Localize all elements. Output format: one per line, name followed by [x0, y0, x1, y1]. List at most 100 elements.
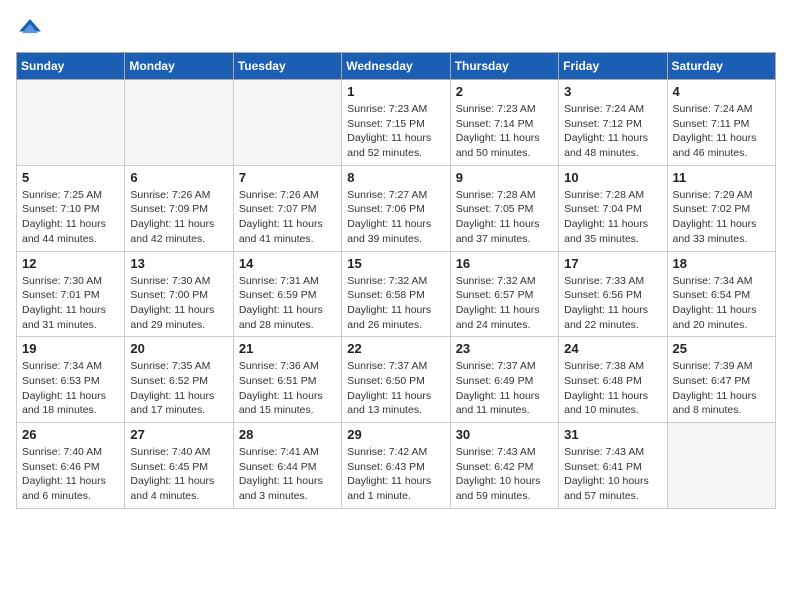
calendar: SundayMondayTuesdayWednesdayThursdayFrid…	[16, 52, 776, 509]
day-number: 6	[130, 170, 227, 185]
day-number: 16	[456, 256, 553, 271]
calendar-cell: 26Sunrise: 7:40 AMSunset: 6:46 PMDayligh…	[17, 423, 125, 509]
day-info: Sunrise: 7:43 AMSunset: 6:41 PMDaylight:…	[564, 445, 661, 504]
day-info: Sunrise: 7:40 AMSunset: 6:46 PMDaylight:…	[22, 445, 119, 504]
calendar-cell: 2 Sunrise: 7:23 AMSunset: 7:14 PMDaylight…	[450, 80, 558, 166]
calendar-cell: 5 Sunrise: 7:25 AMSunset: 7:10 PMDaylight…	[17, 165, 125, 251]
day-info: Sunrise: 7:42 AMSunset: 6:43 PMDaylight:…	[347, 445, 444, 504]
calendar-header: SundayMondayTuesdayWednesdayThursdayFrid…	[17, 53, 776, 80]
weekday-header-saturday: Saturday	[667, 53, 775, 80]
day-number: 9	[456, 170, 553, 185]
day-info: Sunrise: 7:32 AMSunset: 6:58 PMDaylight:…	[347, 274, 444, 333]
day-number: 2	[456, 84, 553, 99]
day-info: Sunrise: 7:34 AMSunset: 6:54 PMDaylight:…	[673, 274, 770, 333]
weekday-header-row: SundayMondayTuesdayWednesdayThursdayFrid…	[17, 53, 776, 80]
day-number: 31	[564, 427, 661, 442]
calendar-cell: 24Sunrise: 7:38 AMSunset: 6:48 PMDayligh…	[559, 337, 667, 423]
weekday-header-tuesday: Tuesday	[233, 53, 341, 80]
calendar-cell: 20 Sunrise: 7:35 AMSunset: 6:52 PMDayligh…	[125, 337, 233, 423]
calendar-cell: 13 Sunrise: 7:30 AMSunset: 7:00 PMDayligh…	[125, 251, 233, 337]
calendar-week-3: 12 Sunrise: 7:30 AMSunset: 7:01 PMDayligh…	[17, 251, 776, 337]
day-info: Sunrise: 7:41 AMSunset: 6:44 PMDaylight:…	[239, 445, 336, 504]
header	[16, 16, 776, 44]
logo-icon	[16, 16, 44, 44]
day-info: Sunrise: 7:25 AMSunset: 7:10 PMDaylight:…	[22, 188, 119, 247]
day-info: Sunrise: 7:27 AMSunset: 7:06 PMDaylight:…	[347, 188, 444, 247]
day-info: Sunrise: 7:31 AMSunset: 6:59 PMDaylight:…	[239, 274, 336, 333]
calendar-cell	[125, 80, 233, 166]
calendar-cell: 19 Sunrise: 7:34 AMSunset: 6:53 PMDayligh…	[17, 337, 125, 423]
day-number: 20	[130, 341, 227, 356]
day-info: Sunrise: 7:35 AMSunset: 6:52 PMDaylight:…	[130, 359, 227, 418]
day-number: 25	[673, 341, 770, 356]
day-info: Sunrise: 7:24 AMSunset: 7:12 PMDaylight:…	[564, 102, 661, 161]
day-number: 29	[347, 427, 444, 442]
day-number: 13	[130, 256, 227, 271]
day-number: 4	[673, 84, 770, 99]
day-info: Sunrise: 7:36 AMSunset: 6:51 PMDaylight:…	[239, 359, 336, 418]
calendar-cell: 14Sunrise: 7:31 AMSunset: 6:59 PMDayligh…	[233, 251, 341, 337]
day-info: Sunrise: 7:24 AMSunset: 7:11 PMDaylight:…	[673, 102, 770, 161]
day-info: Sunrise: 7:28 AMSunset: 7:04 PMDaylight:…	[564, 188, 661, 247]
day-number: 27	[130, 427, 227, 442]
calendar-cell: 18 Sunrise: 7:34 AMSunset: 6:54 PMDayligh…	[667, 251, 775, 337]
day-number: 5	[22, 170, 119, 185]
calendar-cell: 30Sunrise: 7:43 AMSunset: 6:42 PMDayligh…	[450, 423, 558, 509]
day-info: Sunrise: 7:40 AMSunset: 6:45 PMDaylight:…	[130, 445, 227, 504]
day-number: 10	[564, 170, 661, 185]
day-info: Sunrise: 7:33 AMSunset: 6:56 PMDaylight:…	[564, 274, 661, 333]
day-info: Sunrise: 7:39 AMSunset: 6:47 PMDaylight:…	[673, 359, 770, 418]
day-info: Sunrise: 7:26 AMSunset: 7:09 PMDaylight:…	[130, 188, 227, 247]
day-number: 22	[347, 341, 444, 356]
day-info: Sunrise: 7:37 AMSunset: 6:50 PMDaylight:…	[347, 359, 444, 418]
day-info: Sunrise: 7:30 AMSunset: 7:00 PMDaylight:…	[130, 274, 227, 333]
day-info: Sunrise: 7:34 AMSunset: 6:53 PMDaylight:…	[22, 359, 119, 418]
calendar-cell: 4 Sunrise: 7:24 AMSunset: 7:11 PMDaylight…	[667, 80, 775, 166]
calendar-cell: 15Sunrise: 7:32 AMSunset: 6:58 PMDayligh…	[342, 251, 450, 337]
calendar-cell: 1Sunrise: 7:23 AMSunset: 7:15 PMDaylight…	[342, 80, 450, 166]
calendar-cell	[233, 80, 341, 166]
day-info: Sunrise: 7:43 AMSunset: 6:42 PMDaylight:…	[456, 445, 553, 504]
calendar-cell: 29 Sunrise: 7:42 AMSunset: 6:43 PMDayligh…	[342, 423, 450, 509]
day-number: 11	[673, 170, 770, 185]
calendar-cell: 8Sunrise: 7:27 AMSunset: 7:06 PMDaylight…	[342, 165, 450, 251]
weekday-header-friday: Friday	[559, 53, 667, 80]
weekday-header-sunday: Sunday	[17, 53, 125, 80]
calendar-week-5: 26Sunrise: 7:40 AMSunset: 6:46 PMDayligh…	[17, 423, 776, 509]
calendar-cell: 10 Sunrise: 7:28 AMSunset: 7:04 PMDayligh…	[559, 165, 667, 251]
calendar-cell: 3 Sunrise: 7:24 AMSunset: 7:12 PMDaylight…	[559, 80, 667, 166]
day-info: Sunrise: 7:32 AMSunset: 6:57 PMDaylight:…	[456, 274, 553, 333]
day-number: 12	[22, 256, 119, 271]
calendar-cell: 11Sunrise: 7:29 AMSunset: 7:02 PMDayligh…	[667, 165, 775, 251]
day-info: Sunrise: 7:28 AMSunset: 7:05 PMDaylight:…	[456, 188, 553, 247]
calendar-cell: 31 Sunrise: 7:43 AMSunset: 6:41 PMDayligh…	[559, 423, 667, 509]
calendar-cell: 9 Sunrise: 7:28 AMSunset: 7:05 PMDaylight…	[450, 165, 558, 251]
day-number: 7	[239, 170, 336, 185]
day-number: 19	[22, 341, 119, 356]
logo	[16, 16, 48, 44]
day-number: 17	[564, 256, 661, 271]
calendar-cell: 22 Sunrise: 7:37 AMSunset: 6:50 PMDayligh…	[342, 337, 450, 423]
calendar-cell	[17, 80, 125, 166]
day-number: 21	[239, 341, 336, 356]
day-info: Sunrise: 7:23 AMSunset: 7:14 PMDaylight:…	[456, 102, 553, 161]
calendar-body: 1Sunrise: 7:23 AMSunset: 7:15 PMDaylight…	[17, 80, 776, 509]
weekday-header-wednesday: Wednesday	[342, 53, 450, 80]
day-info: Sunrise: 7:30 AMSunset: 7:01 PMDaylight:…	[22, 274, 119, 333]
weekday-header-monday: Monday	[125, 53, 233, 80]
calendar-cell: 27 Sunrise: 7:40 AMSunset: 6:45 PMDayligh…	[125, 423, 233, 509]
calendar-cell: 25 Sunrise: 7:39 AMSunset: 6:47 PMDayligh…	[667, 337, 775, 423]
day-number: 18	[673, 256, 770, 271]
calendar-cell: 7Sunrise: 7:26 AMSunset: 7:07 PMDaylight…	[233, 165, 341, 251]
calendar-cell: 23Sunrise: 7:37 AMSunset: 6:49 PMDayligh…	[450, 337, 558, 423]
day-number: 23	[456, 341, 553, 356]
day-number: 1	[347, 84, 444, 99]
weekday-header-thursday: Thursday	[450, 53, 558, 80]
day-number: 3	[564, 84, 661, 99]
calendar-cell	[667, 423, 775, 509]
calendar-week-4: 19 Sunrise: 7:34 AMSunset: 6:53 PMDayligh…	[17, 337, 776, 423]
calendar-cell: 12 Sunrise: 7:30 AMSunset: 7:01 PMDayligh…	[17, 251, 125, 337]
calendar-week-1: 1Sunrise: 7:23 AMSunset: 7:15 PMDaylight…	[17, 80, 776, 166]
calendar-cell: 17 Sunrise: 7:33 AMSunset: 6:56 PMDayligh…	[559, 251, 667, 337]
calendar-week-2: 5 Sunrise: 7:25 AMSunset: 7:10 PMDaylight…	[17, 165, 776, 251]
